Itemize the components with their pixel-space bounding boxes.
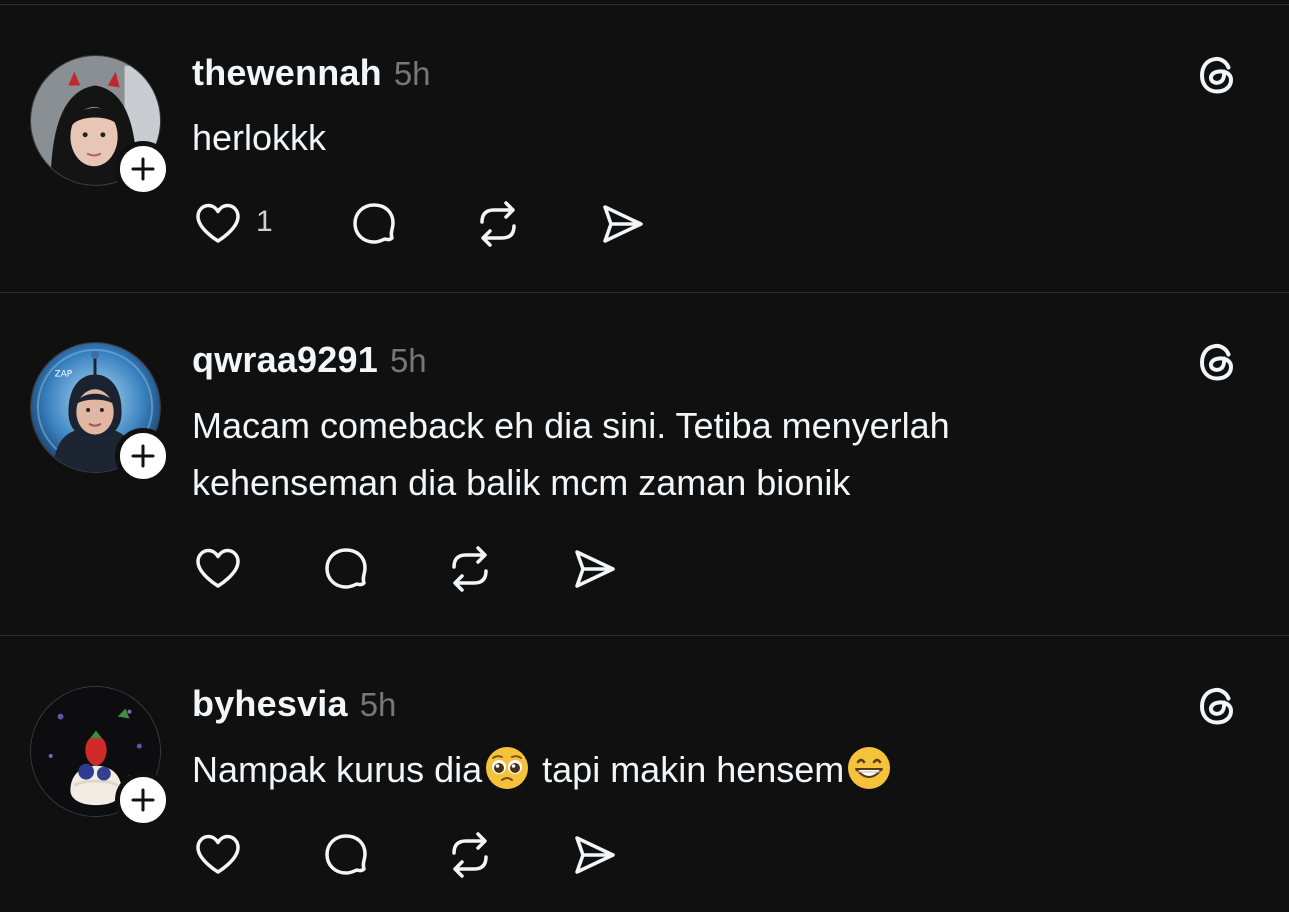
share-button[interactable] bbox=[566, 541, 622, 597]
threads-logo-icon bbox=[1194, 683, 1240, 729]
heart-icon bbox=[196, 548, 240, 588]
post-text: Nampak kurus dia tapi makin hensem bbox=[192, 741, 894, 798]
post-text: herlokkk bbox=[192, 109, 326, 166]
post-divider bbox=[0, 635, 1289, 636]
like-count: 1 bbox=[256, 205, 273, 238]
post-divider bbox=[0, 292, 1289, 293]
threads-logo-icon bbox=[1194, 339, 1240, 385]
like-button[interactable] bbox=[190, 196, 246, 252]
top-divider bbox=[0, 4, 1289, 5]
reply-button[interactable] bbox=[346, 196, 402, 252]
reply-button[interactable] bbox=[318, 827, 374, 883]
share-button[interactable] bbox=[594, 196, 650, 252]
share-button[interactable] bbox=[566, 827, 622, 883]
heart-icon bbox=[196, 834, 240, 874]
repost-icon bbox=[480, 201, 516, 247]
repost-button[interactable] bbox=[470, 196, 526, 252]
post-header: thewennah 5h bbox=[192, 52, 431, 94]
avatar-container[interactable] bbox=[30, 686, 171, 828]
post-text-line: herlokkk bbox=[192, 117, 327, 158]
repost-icon bbox=[452, 546, 488, 592]
like-button[interactable] bbox=[190, 541, 246, 597]
send-icon bbox=[603, 205, 643, 243]
pleading-face-icon bbox=[484, 745, 530, 791]
send-icon bbox=[575, 550, 615, 588]
reply-button[interactable] bbox=[318, 541, 374, 597]
repost-button[interactable] bbox=[442, 827, 498, 883]
follow-button[interactable] bbox=[115, 772, 171, 828]
post-text-segment: tapi makin hensem bbox=[532, 749, 845, 790]
comment-icon bbox=[353, 203, 395, 244]
post-text-line: Macam comeback eh dia sini. Tetiba menye… bbox=[192, 405, 950, 446]
username[interactable]: qwraa9291 bbox=[192, 339, 378, 381]
grinning-face-icon bbox=[846, 745, 892, 791]
repost-icon bbox=[452, 832, 488, 878]
like-button[interactable] bbox=[190, 827, 246, 883]
follow-button[interactable] bbox=[115, 428, 171, 484]
post-time: 5h bbox=[359, 686, 397, 723]
post-time: 5h bbox=[393, 55, 431, 92]
comment-icon bbox=[325, 548, 367, 589]
post-text-segment: Nampak kurus dia bbox=[192, 749, 483, 790]
repost-button[interactable] bbox=[442, 541, 498, 597]
post-text: Macam comeback eh dia sini. Tetiba menye… bbox=[192, 397, 950, 511]
post-header: qwraa9291 5h bbox=[192, 339, 427, 381]
send-icon bbox=[575, 836, 615, 874]
post-time: 5h bbox=[389, 342, 427, 379]
svg-text:ZAP: ZAP bbox=[55, 369, 73, 379]
avatar-container[interactable]: ZAP bbox=[30, 342, 171, 484]
avatar-container[interactable] bbox=[30, 55, 171, 197]
username[interactable]: byhesvia bbox=[192, 683, 348, 725]
threads-logo-icon bbox=[1194, 52, 1240, 98]
post-text-line: kehenseman dia balik mcm zaman bionik bbox=[192, 462, 851, 503]
username[interactable]: thewennah bbox=[192, 52, 382, 94]
heart-icon bbox=[196, 203, 240, 243]
post-header: byhesvia 5h bbox=[192, 683, 396, 725]
comment-icon bbox=[325, 834, 367, 875]
follow-button[interactable] bbox=[115, 141, 171, 197]
plus-icon bbox=[131, 788, 155, 812]
plus-icon bbox=[131, 444, 155, 468]
plus-icon bbox=[131, 157, 155, 181]
